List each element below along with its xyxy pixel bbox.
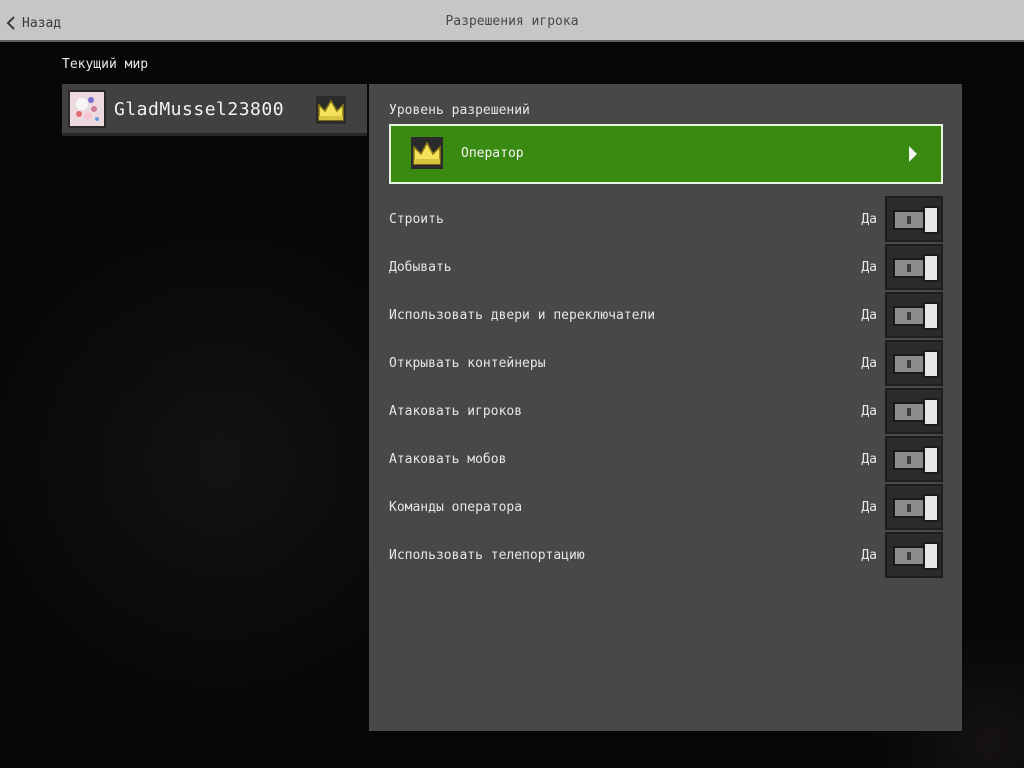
avatar-art-icon bbox=[70, 92, 104, 126]
permission-row: Строить Да bbox=[389, 196, 943, 244]
permission-value: Да bbox=[861, 356, 877, 371]
player-list-item[interactable]: GladMussel23800 bbox=[62, 84, 367, 136]
page-title: Разрешения игрока bbox=[445, 14, 579, 29]
chevron-right-icon bbox=[909, 146, 917, 162]
permission-label: Использовать двери и переключатели bbox=[389, 308, 656, 323]
permission-label: Строить bbox=[389, 212, 444, 227]
permission-toggle[interactable] bbox=[885, 484, 943, 530]
permission-toggle[interactable] bbox=[885, 388, 943, 434]
permission-value: Да bbox=[861, 260, 877, 275]
permission-level-dropdown[interactable]: Оператор bbox=[389, 124, 943, 184]
permission-label: Открывать контейнеры bbox=[389, 356, 546, 371]
permission-value: Да bbox=[861, 404, 877, 419]
permission-level-label: Уровень разрешений bbox=[389, 103, 530, 118]
permission-row: Атаковать мобов Да bbox=[389, 436, 943, 484]
toggle-on-mark bbox=[907, 216, 911, 224]
permission-row: Использовать двери и переключатели Да bbox=[389, 292, 943, 340]
toggle-knob bbox=[923, 206, 939, 234]
player-avatar bbox=[68, 90, 106, 128]
toggle-on-mark bbox=[907, 504, 911, 512]
toggle-knob bbox=[923, 494, 939, 522]
permission-row: Добывать Да bbox=[389, 244, 943, 292]
permission-toggle[interactable] bbox=[885, 292, 943, 338]
permission-value: Да bbox=[861, 500, 877, 515]
permission-toggle[interactable] bbox=[885, 532, 943, 578]
permission-label: Атаковать игроков bbox=[389, 404, 523, 419]
toggle-on-mark bbox=[907, 264, 911, 272]
toggle-on-mark bbox=[907, 408, 911, 416]
permission-toggle[interactable] bbox=[885, 436, 943, 482]
toggle-knob bbox=[923, 446, 939, 474]
permission-row: Атаковать игроков Да bbox=[389, 388, 943, 436]
toggle-on-mark bbox=[907, 360, 911, 368]
permission-value: Да bbox=[861, 212, 877, 227]
permission-value: Да bbox=[861, 308, 877, 323]
toggle-knob bbox=[923, 398, 939, 426]
permission-label: Команды оператора bbox=[389, 500, 523, 515]
permission-label: Использовать телепортацию bbox=[389, 548, 585, 563]
crown-icon bbox=[411, 137, 443, 169]
permission-row: Использовать телепортацию Да bbox=[389, 532, 943, 580]
toggle-knob bbox=[923, 350, 939, 378]
permission-label: Добывать bbox=[389, 260, 452, 275]
toggle-knob bbox=[923, 254, 939, 282]
permission-toggle[interactable] bbox=[885, 340, 943, 386]
permission-value: Да bbox=[861, 548, 877, 563]
permission-row: Открывать контейнеры Да bbox=[389, 340, 943, 388]
toggle-on-mark bbox=[907, 552, 911, 560]
crown-icon bbox=[316, 96, 346, 124]
toggle-on-mark bbox=[907, 312, 911, 320]
permission-value: Да bbox=[861, 452, 877, 467]
permission-level-value: Оператор bbox=[461, 146, 524, 161]
permission-toggle[interactable] bbox=[885, 196, 943, 242]
toggle-knob bbox=[923, 542, 939, 570]
toggle-knob bbox=[923, 302, 939, 330]
permission-label: Атаковать мобов bbox=[389, 452, 507, 467]
player-name: GladMussel23800 bbox=[114, 99, 285, 120]
permission-toggle[interactable] bbox=[885, 244, 943, 290]
toggle-on-mark bbox=[907, 456, 911, 464]
permission-row: Команды оператора Да bbox=[389, 484, 943, 532]
section-label: Текущий мир bbox=[62, 57, 149, 72]
permissions-panel: Уровень разрешений Оператор Строить Да Доб… bbox=[369, 84, 962, 731]
top-bar: Назад Разрешения игрока bbox=[0, 0, 1024, 42]
